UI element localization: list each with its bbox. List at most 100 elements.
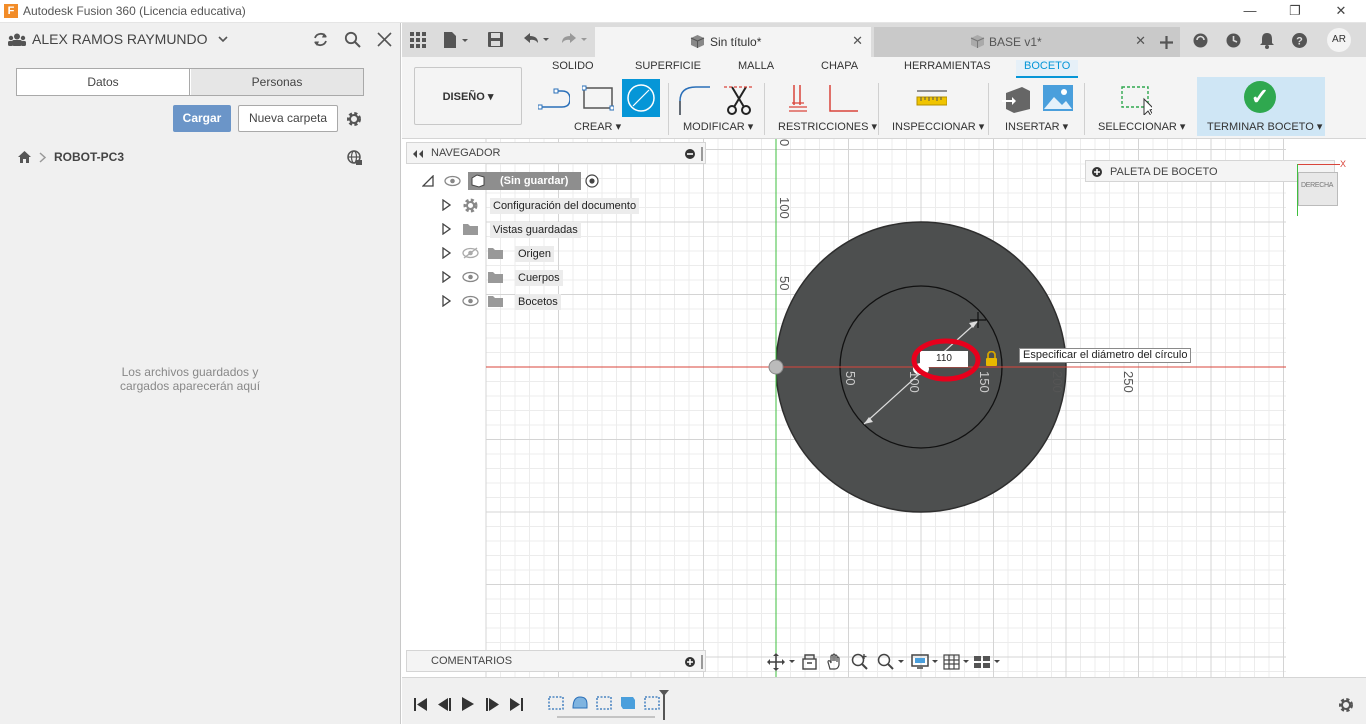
expanded-triangle-icon[interactable] [422, 175, 434, 187]
upload-button[interactable]: Cargar [173, 105, 231, 132]
close-tab-icon[interactable]: ✕ [1135, 33, 1146, 49]
save-icon[interactable] [487, 31, 504, 48]
job-status-icon[interactable] [1192, 32, 1209, 49]
user-name[interactable]: ALEX RAMOS RAYMUNDO [32, 31, 208, 47]
circle-tool-button[interactable] [622, 79, 660, 117]
tree-item-origin[interactable]: Origen [406, 242, 706, 264]
expand-circle-icon[interactable] [1092, 167, 1102, 177]
home-icon[interactable] [17, 150, 32, 164]
sketch-palette-header: PALETA DE BOCETO [1110, 166, 1218, 178]
visibility-eye-icon[interactable] [444, 175, 461, 187]
timeline-features[interactable] [547, 690, 669, 722]
measure-ruler-icon[interactable] [915, 83, 947, 115]
group-restricciones-label[interactable]: RESTRICCIONES ▾ [778, 120, 877, 133]
search-icon[interactable] [344, 31, 361, 48]
help-icon[interactable]: ? [1291, 32, 1308, 49]
group-seleccionar-label[interactable]: SELECCIONAR ▾ [1098, 120, 1185, 133]
globe-icon[interactable] [346, 150, 362, 166]
rectangle-tool-icon[interactable] [582, 83, 614, 115]
clock-icon[interactable] [1225, 32, 1242, 49]
go-to-end-icon[interactable] [510, 698, 524, 711]
group-modificar-label[interactable]: MODIFICAR ▾ [683, 120, 753, 133]
tab-boceto[interactable]: BOCETO [1016, 60, 1079, 78]
close-panel-icon[interactable] [377, 32, 392, 47]
minimize-circle-icon[interactable] [685, 149, 695, 159]
viewports-icon[interactable] [973, 653, 1001, 671]
close-tab-icon[interactable]: ✕ [852, 33, 863, 49]
tab-herramientas[interactable]: HERRAMIENTAS [904, 60, 991, 78]
tree-item-document-settings[interactable]: Configuración del documento [406, 194, 706, 216]
file-menu-icon[interactable] [443, 31, 469, 49]
timeline-settings-gear-icon[interactable] [1337, 696, 1355, 714]
visibility-eye-icon[interactable] [462, 271, 479, 283]
tree-root-row[interactable]: (Sin guardar) [406, 170, 706, 192]
step-back-icon[interactable] [438, 698, 452, 711]
step-forward-icon[interactable] [486, 698, 500, 711]
tab-solido[interactable]: SOLIDO [552, 60, 594, 78]
zoom-window-icon[interactable] [877, 653, 905, 671]
panel-drag-handle[interactable] [701, 655, 703, 669]
expand-triangle-icon[interactable] [442, 199, 451, 211]
finish-sketch-button[interactable]: ✓ TERMINAR BOCETO ▾ [1197, 77, 1325, 136]
tab-chapa[interactable]: CHAPA [821, 60, 858, 78]
play-icon[interactable] [462, 697, 475, 711]
refresh-icon[interactable] [312, 31, 329, 48]
pan-hand-icon[interactable] [826, 653, 843, 670]
hidden-eye-icon[interactable] [462, 247, 479, 259]
group-insertar-label[interactable]: INSERTAR ▾ [1005, 120, 1068, 133]
trim-scissors-icon[interactable] [724, 83, 756, 115]
new-tab-button[interactable] [1154, 27, 1180, 57]
user-bar: ALEX RAMOS RAYMUNDO [0, 23, 401, 55]
line-tool-icon[interactable] [538, 83, 570, 115]
expand-triangle-icon[interactable] [442, 295, 451, 307]
tab-personas[interactable]: Personas [191, 69, 363, 95]
expand-triangle-icon[interactable] [442, 223, 451, 235]
tree-item-sketches[interactable]: Bocetos [406, 290, 706, 312]
select-window-icon[interactable] [1120, 83, 1152, 115]
group-inspeccionar-label[interactable]: INSPECCIONAR ▾ [892, 120, 984, 133]
close-window-button[interactable]: ✕ [1326, 2, 1356, 20]
panel-drag-handle[interactable] [701, 147, 703, 161]
go-to-start-icon[interactable] [414, 698, 428, 711]
app-grid-icon[interactable] [410, 32, 426, 48]
notification-bell-icon[interactable] [1259, 32, 1275, 49]
viewcube-face[interactable]: DERECHA [1298, 172, 1338, 206]
user-avatar[interactable]: AR [1327, 28, 1351, 52]
tab-superficie[interactable]: SUPERFICIE [635, 60, 701, 78]
fillet-tool-icon[interactable] [678, 83, 710, 115]
grid-settings-icon[interactable] [943, 653, 971, 671]
tab-malla[interactable]: MALLA [738, 60, 774, 78]
look-at-icon[interactable] [801, 653, 818, 670]
perpendicular-constraint-icon[interactable] [826, 83, 858, 115]
activate-radio-icon[interactable] [585, 174, 599, 188]
minimize-button[interactable]: — [1235, 2, 1265, 20]
gear-icon[interactable] [345, 110, 363, 128]
insert-derive-icon[interactable] [1000, 83, 1032, 115]
undo-icon[interactable] [520, 32, 550, 48]
viewcube-face-label: DERECHA [1301, 182, 1334, 189]
orbit-move-icon[interactable] [767, 653, 795, 671]
add-circle-icon[interactable] [685, 657, 695, 667]
insert-image-icon[interactable] [1042, 83, 1074, 115]
breadcrumb-project[interactable]: ROBOT-PC3 [54, 150, 124, 164]
lock-icon[interactable] [985, 351, 998, 366]
expand-triangle-icon[interactable] [442, 247, 451, 259]
expand-triangle-icon[interactable] [442, 271, 451, 283]
tree-item-saved-views[interactable]: Vistas guardadas [406, 218, 706, 240]
visibility-eye-icon[interactable] [462, 295, 479, 307]
display-settings-icon[interactable] [911, 653, 939, 671]
tree-item-bodies[interactable]: Cuerpos [406, 266, 706, 288]
restore-button[interactable]: ❐ [1280, 2, 1310, 20]
collapse-double-arrow-icon[interactable] [412, 150, 424, 158]
group-crear-label[interactable]: CREAR ▾ [574, 120, 621, 133]
tab-datos[interactable]: Datos [17, 69, 190, 95]
chevron-down-icon[interactable] [218, 36, 228, 43]
tab-base[interactable]: BASE v1* ✕ [874, 27, 1154, 57]
redo-icon[interactable] [560, 32, 590, 48]
viewcube[interactable]: DERECHA X [1294, 159, 1346, 220]
workspace-mode-button[interactable]: DISEÑO ▾ [414, 67, 522, 125]
zoom-icon[interactable] [851, 653, 869, 671]
coincident-constraint-icon[interactable] [788, 83, 820, 115]
new-folder-button[interactable]: Nueva carpeta [238, 105, 338, 132]
tab-sin-titulo[interactable]: Sin título* ✕ [595, 27, 871, 57]
